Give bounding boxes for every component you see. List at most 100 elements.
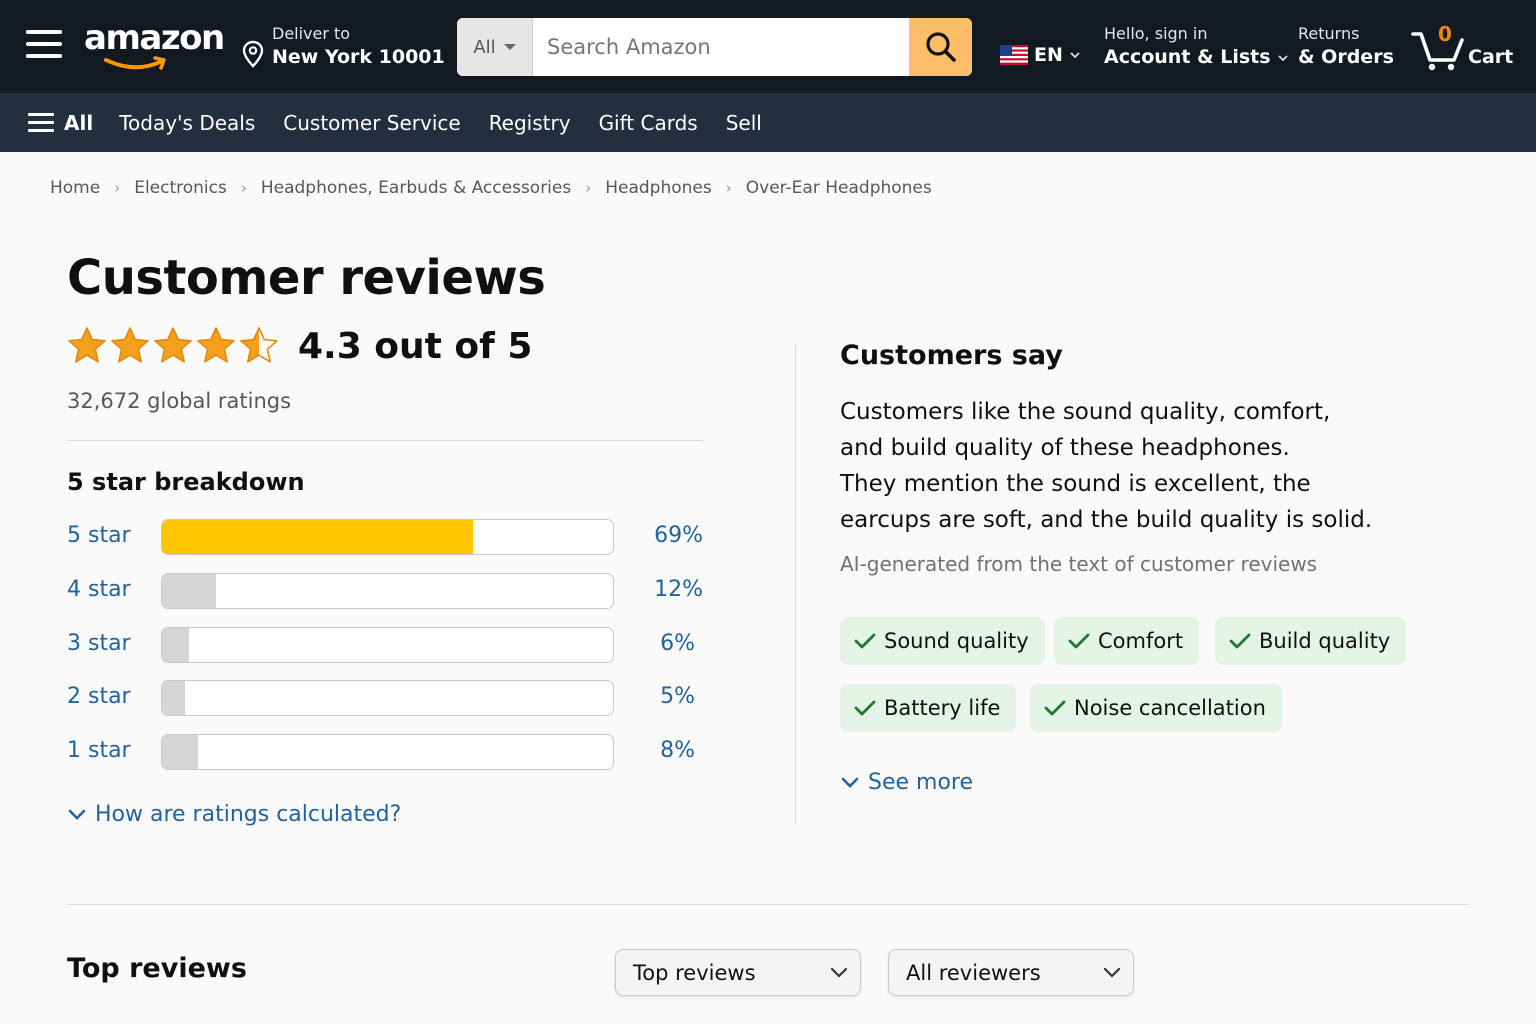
aspect-chip-sound-quality[interactable]: Sound quality	[840, 617, 1045, 665]
histogram-bar	[161, 680, 614, 716]
filter-selected-value: All reviewers	[906, 960, 1041, 985]
logo-smile-icon	[104, 56, 166, 70]
average-rating-text: 4.3 out of 5	[298, 326, 533, 367]
histogram-percent: 6%	[660, 631, 695, 656]
chevron-down-icon	[830, 967, 848, 978]
breadcrumb-headphones-accessories[interactable]: Headphones, Earbuds & Accessories	[261, 178, 571, 198]
breadcrumb-headphones[interactable]: Headphones	[605, 178, 712, 198]
chevron-down-icon	[1070, 52, 1080, 59]
orders-label: & Orders	[1298, 46, 1394, 68]
histogram-bar-fill	[162, 520, 474, 554]
menu-hamburger-icon	[28, 108, 54, 137]
aspect-chip-battery-life[interactable]: Battery life	[840, 684, 1017, 732]
secondary-navbar: All Today's Deals Customer Service Regis…	[0, 93, 1536, 152]
sort-selected-value: Top reviews	[633, 960, 756, 985]
star-full-icon	[154, 327, 192, 363]
checkmark-icon	[854, 700, 876, 716]
nav-link-gift-cards[interactable]: Gift Cards	[599, 111, 698, 135]
aspect-chip-comfort[interactable]: Comfort	[1054, 617, 1200, 665]
checkmark-icon	[1229, 633, 1251, 649]
section-divider	[67, 440, 703, 441]
summary-line: and build quality of these headphones.	[840, 435, 1290, 461]
histogram-bar	[161, 734, 614, 770]
star-full-icon	[197, 327, 235, 363]
breakdown-title: 5 star breakdown	[67, 468, 305, 496]
checkmark-icon	[1068, 633, 1090, 649]
histogram-label: 4 star	[67, 577, 131, 602]
language-selector[interactable]: EN	[1000, 44, 1081, 66]
chevron-right-icon: ›	[585, 179, 592, 197]
returns-orders-link[interactable]: Returns & Orders	[1298, 24, 1394, 68]
section-divider	[67, 904, 1469, 905]
total-ratings-count: 32,672 global ratings	[67, 389, 292, 413]
us-flag-icon	[1000, 45, 1028, 65]
histogram-row-4-star[interactable]: 4 star 12%	[67, 573, 707, 611]
summary-line: earcups are soft, and the build quality …	[840, 507, 1373, 533]
ai-generated-note: AI-generated from the text of customer r…	[840, 552, 1318, 576]
cart-count: 0	[1438, 22, 1452, 46]
histogram-bar	[161, 627, 614, 663]
chevron-down-icon	[1103, 967, 1121, 978]
all-menu-button[interactable]: All	[28, 108, 93, 137]
histogram-label: 3 star	[67, 631, 131, 656]
aspect-label: Battery life	[884, 696, 1001, 720]
location-pin-icon	[242, 40, 264, 68]
how-ratings-calculated-link[interactable]: How are ratings calculated?	[67, 802, 401, 827]
histogram-row-5-star[interactable]: 5 star 69%	[67, 519, 707, 557]
histogram-bar-fill	[162, 735, 199, 769]
star-full-icon	[111, 327, 149, 363]
sort-reviews-dropdown[interactable]: Top reviews	[615, 949, 861, 996]
histogram-row-1-star[interactable]: 1 star 8%	[67, 734, 707, 772]
greeting-text: Hello, sign in	[1104, 24, 1208, 43]
top-navbar: amazon Deliver to New York 10001 All Sea…	[0, 0, 1536, 93]
amazon-logo[interactable]: amazon	[84, 18, 225, 74]
aspect-chip-build-quality[interactable]: Build quality	[1215, 617, 1407, 665]
search-category-dropdown[interactable]: All	[457, 18, 533, 76]
breadcrumb-home[interactable]: Home	[50, 178, 100, 198]
logo-text: amazon	[84, 18, 225, 58]
filter-reviewers-dropdown[interactable]: All reviewers	[888, 949, 1134, 996]
aspect-chip-noise-cancellation[interactable]: Noise cancellation	[1030, 684, 1282, 732]
chevron-right-icon: ›	[114, 179, 121, 197]
customers-say-summary: Customers like the sound quality, comfor…	[840, 394, 1380, 538]
search-button[interactable]	[909, 18, 972, 76]
histogram-label: 5 star	[67, 523, 131, 548]
search-input[interactable]	[533, 18, 909, 76]
account-lists-label: Account & Lists	[1104, 46, 1271, 68]
cart-button[interactable]: 0 Cart	[1410, 22, 1520, 74]
search-icon	[925, 32, 956, 62]
histogram-bar-fill	[162, 681, 185, 715]
histogram-label: 2 star	[67, 684, 131, 709]
how-ratings-calculated-label: How are ratings calculated?	[95, 802, 402, 827]
checkmark-icon	[854, 633, 876, 649]
histogram-bar-fill	[162, 574, 217, 608]
search-category-label: All	[473, 36, 496, 58]
chevron-down-icon	[68, 809, 86, 820]
see-more-link[interactable]: See more	[840, 770, 973, 795]
histogram-bar-fill	[162, 628, 190, 662]
aspect-label: Comfort	[1098, 629, 1184, 653]
histogram-row-3-star[interactable]: 3 star 6%	[67, 627, 707, 665]
star-rating	[67, 326, 279, 366]
menu-hamburger-icon[interactable]	[26, 30, 62, 62]
nav-link-customer-service[interactable]: Customer Service	[283, 111, 460, 135]
page-title: Customer reviews	[67, 250, 546, 306]
nav-link-sell[interactable]: Sell	[726, 111, 762, 135]
column-divider	[795, 345, 796, 825]
language-code: EN	[1034, 44, 1063, 66]
account-lists-menu[interactable]: Hello, sign in Account & Lists	[1104, 24, 1289, 68]
nav-link-registry[interactable]: Registry	[489, 111, 571, 135]
caret-down-icon	[503, 44, 516, 50]
histogram-percent: 5%	[660, 684, 695, 709]
histogram-row-2-star[interactable]: 2 star 5%	[67, 680, 707, 718]
top-reviews-title: Top reviews	[67, 953, 247, 984]
deliver-location: New York 10001	[272, 46, 445, 68]
all-menu-label: All	[64, 110, 94, 135]
nav-link-todays-deals[interactable]: Today's Deals	[119, 111, 255, 135]
breadcrumb-over-ear-headphones[interactable]: Over-Ear Headphones	[746, 178, 932, 198]
breadcrumb-electronics[interactable]: Electronics	[134, 178, 227, 198]
returns-label: Returns	[1298, 24, 1360, 43]
aspect-label: Build quality	[1259, 629, 1391, 653]
histogram-percent: 8%	[660, 738, 695, 763]
aspect-label: Sound quality	[884, 629, 1029, 653]
